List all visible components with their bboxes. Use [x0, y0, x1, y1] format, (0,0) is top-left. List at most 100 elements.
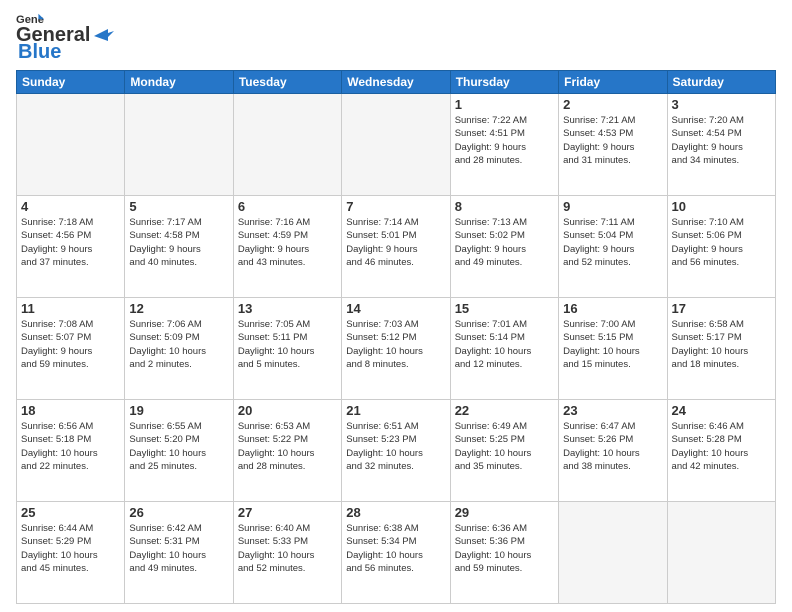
- calendar-cell: 5Sunrise: 7:17 AM Sunset: 4:58 PM Daylig…: [125, 196, 233, 298]
- calendar-header-friday: Friday: [559, 71, 667, 94]
- day-info: Sunrise: 7:20 AM Sunset: 4:54 PM Dayligh…: [672, 114, 771, 167]
- day-number: 28: [346, 505, 445, 520]
- calendar-cell: 26 Sunrise: 6:42 AM Sunset: 5:31 PM Dayli…: [125, 502, 233, 604]
- page: General General Blue SundayMondayTuesday…: [0, 0, 792, 612]
- day-number: 25: [21, 505, 120, 520]
- day-info: Sunrise: 6:58 AM Sunset: 5:17 PM Dayligh…: [672, 318, 771, 371]
- calendar-week-4: 25 Sunrise: 6:44 AM Sunset: 5:29 PM Dayli…: [17, 502, 776, 604]
- calendar-cell: 10 Sunrise: 7:10 AM Sunset: 5:06 PM Dayli…: [667, 196, 775, 298]
- day-info: Sunrise: 6:42 AM Sunset: 5:31 PM Dayligh…: [129, 522, 228, 575]
- calendar-cell: [125, 94, 233, 196]
- calendar-cell: 6 Sunrise: 7:16 AM Sunset: 4:59 PM Daylig…: [233, 196, 341, 298]
- day-info: Sunrise: 6:53 AM Sunset: 5:22 PM Dayligh…: [238, 420, 337, 473]
- calendar-header-saturday: Saturday: [667, 71, 775, 94]
- day-info: Sunrise: 7:01 AM Sunset: 5:14 PM Dayligh…: [455, 318, 554, 371]
- calendar-cell: 23 Sunrise: 6:47 AM Sunset: 5:26 PM Dayli…: [559, 400, 667, 502]
- day-info: Sunrise: 7:10 AM Sunset: 5:06 PM Dayligh…: [672, 216, 771, 269]
- calendar-cell: 14Sunrise: 7:03 AM Sunset: 5:12 PM Dayli…: [342, 298, 450, 400]
- calendar-cell: 9 Sunrise: 7:11 AM Sunset: 5:04 PM Daylig…: [559, 196, 667, 298]
- calendar-cell: [17, 94, 125, 196]
- calendar-header-tuesday: Tuesday: [233, 71, 341, 94]
- calendar-cell: 18 Sunrise: 6:56 AM Sunset: 5:18 PM Dayli…: [17, 400, 125, 502]
- day-info: Sunrise: 7:14 AM Sunset: 5:01 PM Dayligh…: [346, 216, 445, 269]
- calendar-cell: 7 Sunrise: 7:14 AM Sunset: 5:01 PM Daylig…: [342, 196, 450, 298]
- calendar-week-3: 18 Sunrise: 6:56 AM Sunset: 5:18 PM Dayli…: [17, 400, 776, 502]
- calendar-week-1: 4 Sunrise: 7:18 AM Sunset: 4:56 PM Daylig…: [17, 196, 776, 298]
- calendar-header-row: SundayMondayTuesdayWednesdayThursdayFrid…: [17, 71, 776, 94]
- calendar-cell: 15Sunrise: 7:01 AM Sunset: 5:14 PM Dayli…: [450, 298, 558, 400]
- day-number: 1: [455, 97, 554, 112]
- day-info: Sunrise: 7:03 AM Sunset: 5:12 PM Dayligh…: [346, 318, 445, 371]
- calendar-cell: 12 Sunrise: 7:06 AM Sunset: 5:09 PM Dayli…: [125, 298, 233, 400]
- day-info: Sunrise: 7:06 AM Sunset: 5:09 PM Dayligh…: [129, 318, 228, 371]
- day-number: 17: [672, 301, 771, 316]
- calendar-header-monday: Monday: [125, 71, 233, 94]
- day-info: Sunrise: 6:47 AM Sunset: 5:26 PM Dayligh…: [563, 420, 662, 473]
- day-number: 24: [672, 403, 771, 418]
- day-number: 9: [563, 199, 662, 214]
- calendar-header-thursday: Thursday: [450, 71, 558, 94]
- day-number: 11: [21, 301, 120, 316]
- calendar-cell: [233, 94, 341, 196]
- calendar-cell: [667, 502, 775, 604]
- calendar-cell: 11 Sunrise: 7:08 AM Sunset: 5:07 PM Dayli…: [17, 298, 125, 400]
- day-number: 3: [672, 97, 771, 112]
- calendar-cell: 2 Sunrise: 7:21 AM Sunset: 4:53 PM Daylig…: [559, 94, 667, 196]
- day-info: Sunrise: 6:56 AM Sunset: 5:18 PM Dayligh…: [21, 420, 120, 473]
- calendar-week-2: 11 Sunrise: 7:08 AM Sunset: 5:07 PM Dayli…: [17, 298, 776, 400]
- day-info: Sunrise: 6:36 AM Sunset: 5:36 PM Dayligh…: [455, 522, 554, 575]
- logo-bird-icon: [94, 29, 114, 43]
- calendar-cell: 16Sunrise: 7:00 AM Sunset: 5:15 PM Dayli…: [559, 298, 667, 400]
- day-number: 10: [672, 199, 771, 214]
- logo-blue: Blue: [18, 41, 61, 63]
- day-number: 5: [129, 199, 228, 214]
- day-number: 21: [346, 403, 445, 418]
- day-info: Sunrise: 7:16 AM Sunset: 4:59 PM Dayligh…: [238, 216, 337, 269]
- calendar-cell: 22Sunrise: 6:49 AM Sunset: 5:25 PM Dayli…: [450, 400, 558, 502]
- calendar-cell: 13 Sunrise: 7:05 AM Sunset: 5:11 PM Dayli…: [233, 298, 341, 400]
- day-info: Sunrise: 7:00 AM Sunset: 5:15 PM Dayligh…: [563, 318, 662, 371]
- calendar-cell: 19 Sunrise: 6:55 AM Sunset: 5:20 PM Dayli…: [125, 400, 233, 502]
- day-info: Sunrise: 7:18 AM Sunset: 4:56 PM Dayligh…: [21, 216, 120, 269]
- calendar-cell: 21 Sunrise: 6:51 AM Sunset: 5:23 PM Dayli…: [342, 400, 450, 502]
- calendar-cell: 3 Sunrise: 7:20 AM Sunset: 4:54 PM Daylig…: [667, 94, 775, 196]
- day-info: Sunrise: 7:08 AM Sunset: 5:07 PM Dayligh…: [21, 318, 120, 371]
- day-number: 19: [129, 403, 228, 418]
- calendar-cell: 25 Sunrise: 6:44 AM Sunset: 5:29 PM Dayli…: [17, 502, 125, 604]
- calendar-week-0: 1 Sunrise: 7:22 AM Sunset: 4:51 PM Daylig…: [17, 94, 776, 196]
- day-number: 20: [238, 403, 337, 418]
- day-info: Sunrise: 6:44 AM Sunset: 5:29 PM Dayligh…: [21, 522, 120, 575]
- day-number: 8: [455, 199, 554, 214]
- day-info: Sunrise: 6:40 AM Sunset: 5:33 PM Dayligh…: [238, 522, 337, 575]
- calendar-header-sunday: Sunday: [17, 71, 125, 94]
- day-number: 4: [21, 199, 120, 214]
- day-info: Sunrise: 6:51 AM Sunset: 5:23 PM Dayligh…: [346, 420, 445, 473]
- header: General General Blue: [16, 12, 776, 64]
- calendar-table: SundayMondayTuesdayWednesdayThursdayFrid…: [16, 70, 776, 604]
- day-number: 7: [346, 199, 445, 214]
- day-number: 29: [455, 505, 554, 520]
- day-info: Sunrise: 6:49 AM Sunset: 5:25 PM Dayligh…: [455, 420, 554, 473]
- day-info: Sunrise: 6:38 AM Sunset: 5:34 PM Dayligh…: [346, 522, 445, 575]
- day-number: 13: [238, 301, 337, 316]
- day-number: 26: [129, 505, 228, 520]
- day-info: Sunrise: 7:05 AM Sunset: 5:11 PM Dayligh…: [238, 318, 337, 371]
- calendar-cell: [559, 502, 667, 604]
- day-info: Sunrise: 7:13 AM Sunset: 5:02 PM Dayligh…: [455, 216, 554, 269]
- calendar-header-wednesday: Wednesday: [342, 71, 450, 94]
- day-number: 12: [129, 301, 228, 316]
- calendar-cell: 24Sunrise: 6:46 AM Sunset: 5:28 PM Dayli…: [667, 400, 775, 502]
- calendar-cell: [342, 94, 450, 196]
- day-info: Sunrise: 6:55 AM Sunset: 5:20 PM Dayligh…: [129, 420, 228, 473]
- day-number: 23: [563, 403, 662, 418]
- logo: General General Blue: [16, 12, 114, 64]
- day-info: Sunrise: 7:21 AM Sunset: 4:53 PM Dayligh…: [563, 114, 662, 167]
- calendar-cell: 27Sunrise: 6:40 AM Sunset: 5:33 PM Dayli…: [233, 502, 341, 604]
- day-info: Sunrise: 7:22 AM Sunset: 4:51 PM Dayligh…: [455, 114, 554, 167]
- calendar-cell: 17 Sunrise: 6:58 AM Sunset: 5:17 PM Dayli…: [667, 298, 775, 400]
- calendar-cell: 20 Sunrise: 6:53 AM Sunset: 5:22 PM Dayli…: [233, 400, 341, 502]
- day-number: 6: [238, 199, 337, 214]
- day-number: 2: [563, 97, 662, 112]
- day-number: 18: [21, 403, 120, 418]
- day-info: Sunrise: 7:11 AM Sunset: 5:04 PM Dayligh…: [563, 216, 662, 269]
